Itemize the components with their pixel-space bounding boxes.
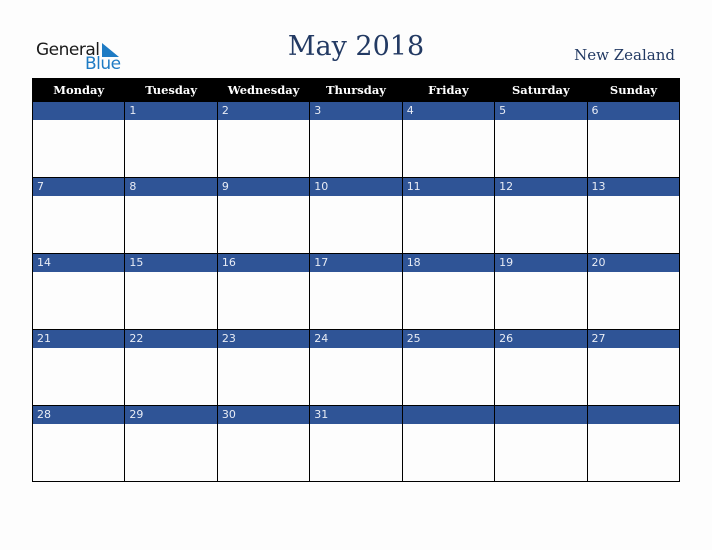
week-row: 28 29 30 31: [31, 405, 681, 482]
day-number: 6: [587, 102, 679, 120]
day-cell[interactable]: 25: [401, 329, 496, 406]
day-cell[interactable]: 18: [401, 253, 496, 330]
day-cell[interactable]: 27: [586, 329, 681, 406]
empty-day-cell[interactable]: [31, 101, 126, 178]
day-cell[interactable]: 28: [31, 405, 126, 482]
day-cell[interactable]: 13: [586, 177, 681, 254]
day-number: 18: [402, 254, 495, 272]
day-cell[interactable]: 19: [494, 253, 588, 330]
day-cell[interactable]: 3: [309, 101, 403, 178]
weekday-header: Thursday: [309, 78, 403, 102]
week-row: 14 15 16 17 18 19 20: [31, 253, 681, 330]
day-cell[interactable]: 12: [494, 177, 588, 254]
day-number: 10: [310, 178, 402, 196]
day-cell[interactable]: 21: [31, 329, 126, 406]
day-number: 14: [33, 254, 125, 272]
day-cell[interactable]: 10: [309, 177, 403, 254]
day-cell[interactable]: 26: [494, 329, 588, 406]
day-cell[interactable]: 1: [124, 101, 218, 178]
country-label: New Zealand: [574, 46, 675, 64]
day-number: 3: [310, 102, 402, 120]
day-number: 8: [125, 178, 217, 196]
day-number: 31: [310, 406, 402, 424]
day-number: 25: [402, 330, 495, 348]
day-cell[interactable]: 22: [124, 329, 218, 406]
day-cell[interactable]: 16: [216, 253, 311, 330]
day-number: 24: [310, 330, 402, 348]
day-number: 15: [125, 254, 217, 272]
day-cell[interactable]: 29: [124, 405, 218, 482]
day-number: 2: [217, 102, 310, 120]
day-number: [587, 406, 679, 424]
empty-day-cell[interactable]: [401, 405, 496, 482]
day-cell[interactable]: 30: [216, 405, 311, 482]
day-cell[interactable]: 8: [124, 177, 218, 254]
week-row: 7 8 9 10 11 12 13: [31, 177, 681, 254]
day-number: [495, 406, 587, 424]
day-number: [33, 102, 125, 120]
day-number: 11: [402, 178, 495, 196]
day-number: [402, 406, 495, 424]
day-number: 23: [217, 330, 310, 348]
day-cell[interactable]: 2: [216, 101, 311, 178]
day-number: 29: [125, 406, 217, 424]
day-number: 16: [217, 254, 310, 272]
weekday-header: Saturday: [494, 78, 588, 102]
weekday-header: Monday: [31, 78, 125, 102]
day-number: 19: [495, 254, 587, 272]
week-row: 21 22 23 24 25 26 27: [31, 329, 681, 406]
day-number: 20: [587, 254, 679, 272]
day-number: 4: [402, 102, 495, 120]
day-cell[interactable]: 23: [216, 329, 311, 406]
day-cell[interactable]: 5: [494, 101, 588, 178]
day-number: 1: [125, 102, 217, 120]
day-cell[interactable]: 11: [401, 177, 496, 254]
weekday-header: Wednesday: [216, 78, 310, 102]
day-number: 22: [125, 330, 217, 348]
day-cell[interactable]: 7: [31, 177, 126, 254]
day-cell[interactable]: 31: [309, 405, 403, 482]
day-number: 7: [33, 178, 125, 196]
day-number: 27: [587, 330, 679, 348]
day-cell[interactable]: 20: [586, 253, 681, 330]
day-number: 30: [217, 406, 310, 424]
weekday-header-row: Monday Tuesday Wednesday Thursday Friday…: [31, 78, 680, 102]
day-cell[interactable]: 14: [31, 253, 126, 330]
empty-day-cell[interactable]: [586, 405, 681, 482]
day-cell[interactable]: 17: [309, 253, 403, 330]
day-number: 21: [33, 330, 125, 348]
day-cell[interactable]: 15: [124, 253, 218, 330]
weekday-header: Friday: [401, 78, 495, 102]
day-number: 13: [587, 178, 679, 196]
day-number: 12: [495, 178, 587, 196]
day-cell[interactable]: 6: [586, 101, 681, 178]
day-number: 28: [33, 406, 125, 424]
day-number: 9: [217, 178, 310, 196]
weekday-header: Tuesday: [124, 78, 218, 102]
weekday-header: Sunday: [586, 78, 680, 102]
day-number: 26: [495, 330, 587, 348]
week-row: 123456: [31, 101, 681, 178]
calendar-grid: Monday Tuesday Wednesday Thursday Friday…: [31, 78, 681, 482]
empty-day-cell[interactable]: [494, 405, 588, 482]
day-cell[interactable]: 24: [309, 329, 403, 406]
day-number: 5: [495, 102, 587, 120]
day-cell[interactable]: 9: [216, 177, 311, 254]
day-cell[interactable]: 4: [401, 101, 496, 178]
day-number: 17: [310, 254, 402, 272]
